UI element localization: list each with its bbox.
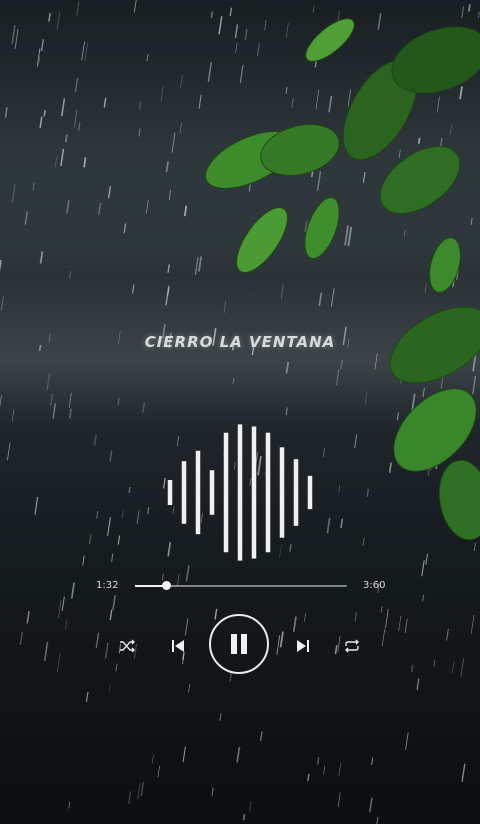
- waveform-bar: [279, 447, 285, 538]
- waveform-bar: [251, 426, 257, 559]
- song-title: CIERRO LA VENTANA: [144, 333, 336, 351]
- waveform-bar: [181, 461, 187, 524]
- waveform-bar: [265, 432, 271, 553]
- current-time: 1:32: [96, 580, 119, 591]
- skip-next-icon: [297, 640, 309, 652]
- waveform-bar: [223, 432, 229, 553]
- progress-bar[interactable]: [135, 581, 347, 590]
- repeat-icon: [345, 639, 359, 653]
- shuffle-button[interactable]: [116, 636, 138, 656]
- skip-previous-icon: [172, 640, 184, 652]
- waveform-bar: [209, 470, 215, 515]
- shuffle-icon: [120, 639, 135, 653]
- play-pause-button[interactable]: [209, 614, 269, 674]
- next-button[interactable]: [292, 636, 314, 656]
- rain-background-image: [0, 0, 480, 824]
- repeat-button[interactable]: [341, 636, 363, 656]
- waveform-bar: [307, 475, 313, 510]
- audio-waveform: [167, 424, 313, 561]
- waveform-bar: [237, 424, 243, 561]
- waveform-bar: [195, 450, 201, 535]
- total-time: 3:60: [363, 580, 386, 591]
- previous-button[interactable]: [167, 636, 189, 656]
- pause-icon: [231, 634, 247, 654]
- waveform-bar: [293, 459, 299, 526]
- waveform-bar: [167, 479, 173, 506]
